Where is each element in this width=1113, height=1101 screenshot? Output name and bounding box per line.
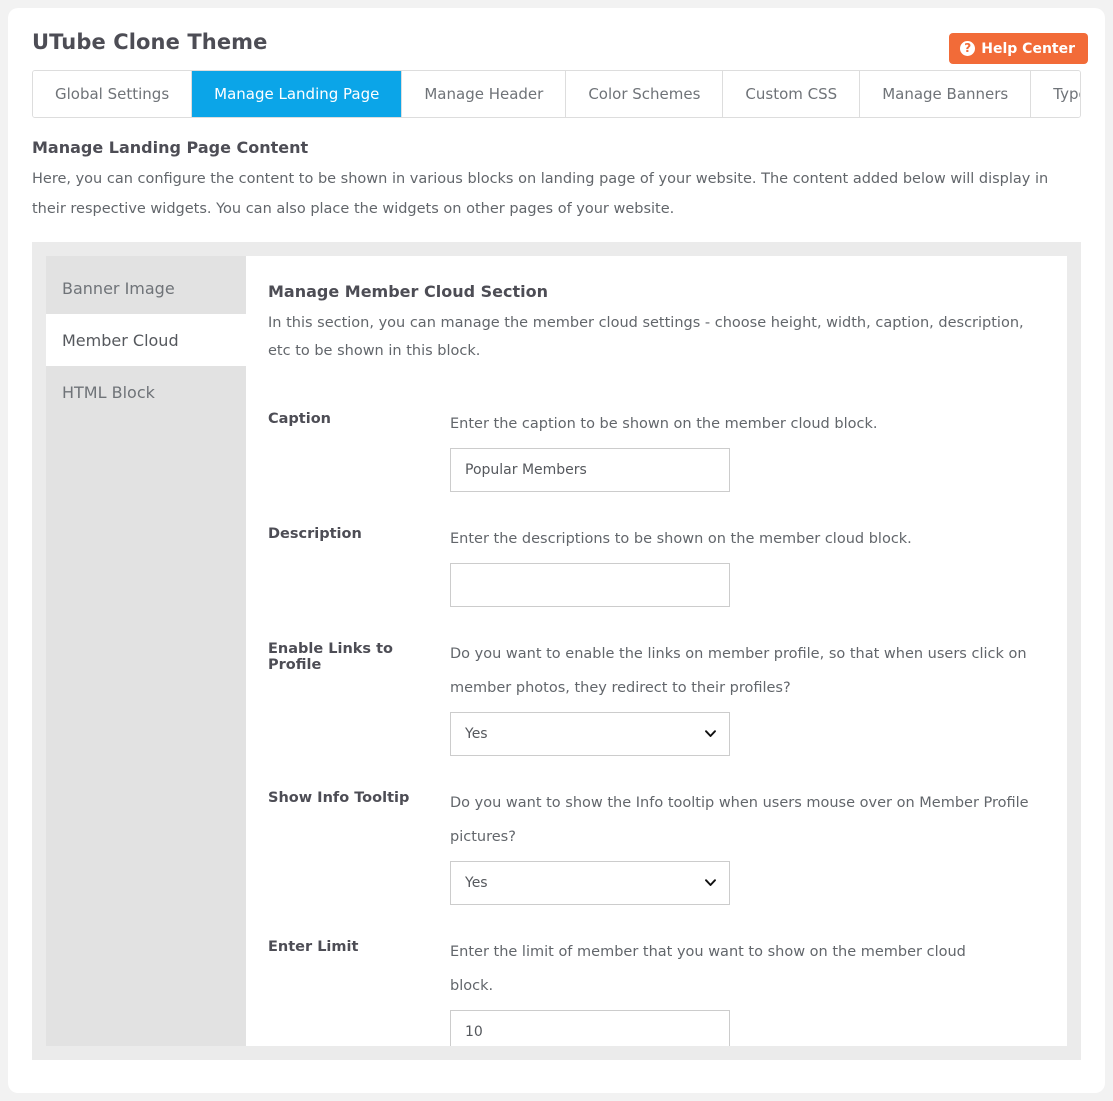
page-card: UTube Clone Theme ? Help Center Global S… (8, 8, 1105, 1093)
page-title: UTube Clone Theme (32, 30, 268, 54)
tab-custom-css[interactable]: Custom CSS (723, 71, 861, 117)
description-input[interactable] (450, 563, 730, 607)
block-sidebar: Banner Image Member Cloud HTML Block (46, 256, 246, 1046)
tab-manage-header[interactable]: Manage Header (402, 71, 567, 117)
sidebar-item-member-cloud[interactable]: Member Cloud (46, 314, 246, 366)
field-limit: Enter Limit Enter the limit of member th… (268, 935, 1037, 1046)
member-cloud-content: Manage Member Cloud Section In this sect… (246, 256, 1067, 1046)
tab-color-schemes[interactable]: Color Schemes (566, 71, 724, 117)
tab-typography[interactable]: Typography (1031, 71, 1080, 117)
show-tooltip-select-wrap: Yes No (450, 861, 730, 905)
settings-tabs: Global Settings Manage Landing Page Mana… (32, 70, 1081, 118)
member-cloud-form: Caption Enter the caption to be shown on… (268, 407, 1037, 1046)
sidebar-item-banner-image[interactable]: Banner Image (46, 262, 246, 314)
caption-input[interactable] (450, 448, 730, 492)
field-enable-links: Enable Links to Profile Do you want to e… (268, 637, 1037, 756)
tab-global-settings[interactable]: Global Settings (33, 71, 193, 117)
enable-links-help: Do you want to enable the links on membe… (450, 646, 1027, 696)
field-show-tooltip: Show Info Tooltip Do you want to show th… (268, 786, 1037, 905)
intro-title: Manage Landing Page Content (32, 138, 309, 157)
sidebar-item-html-block[interactable]: HTML Block (46, 366, 246, 418)
caption-label: Caption (268, 411, 331, 427)
caption-help: Enter the caption to be shown on the mem… (450, 416, 878, 432)
limit-help: Enter the limit of member that you want … (450, 944, 966, 994)
description-label: Description (268, 526, 362, 542)
show-tooltip-select[interactable]: Yes No (450, 861, 730, 905)
field-caption: Caption Enter the caption to be shown on… (268, 407, 1037, 492)
section-title: Manage Member Cloud Section (268, 282, 548, 301)
section-description: In this section, you can manage the memb… (268, 315, 1024, 359)
description-help: Enter the descriptions to be shown on th… (450, 531, 912, 547)
show-tooltip-help: Do you want to show the Info tooltip whe… (450, 795, 1029, 845)
help-center-button[interactable]: ? Help Center (949, 33, 1088, 64)
enable-links-label: Enable Links to Profile (268, 641, 393, 673)
enable-links-select-wrap: Yes No (450, 712, 730, 756)
field-description: Description Enter the descriptions to be… (268, 522, 1037, 607)
limit-label: Enter Limit (268, 939, 359, 955)
intro-block: Manage Landing Page Content Here, you ca… (32, 138, 1081, 224)
tab-manage-landing-page[interactable]: Manage Landing Page (192, 71, 403, 117)
show-tooltip-label: Show Info Tooltip (268, 790, 410, 806)
app-header: UTube Clone Theme ? Help Center (8, 8, 1105, 70)
tab-manage-banners[interactable]: Manage Banners (860, 71, 1032, 117)
enable-links-select[interactable]: Yes No (450, 712, 730, 756)
help-center-label: Help Center (981, 40, 1075, 57)
limit-input[interactable] (450, 1010, 730, 1046)
intro-text: Here, you can configure the content to b… (32, 171, 1049, 217)
question-circle-icon: ? (960, 41, 976, 56)
landing-page-panel: Banner Image Member Cloud HTML Block Man… (32, 242, 1081, 1060)
